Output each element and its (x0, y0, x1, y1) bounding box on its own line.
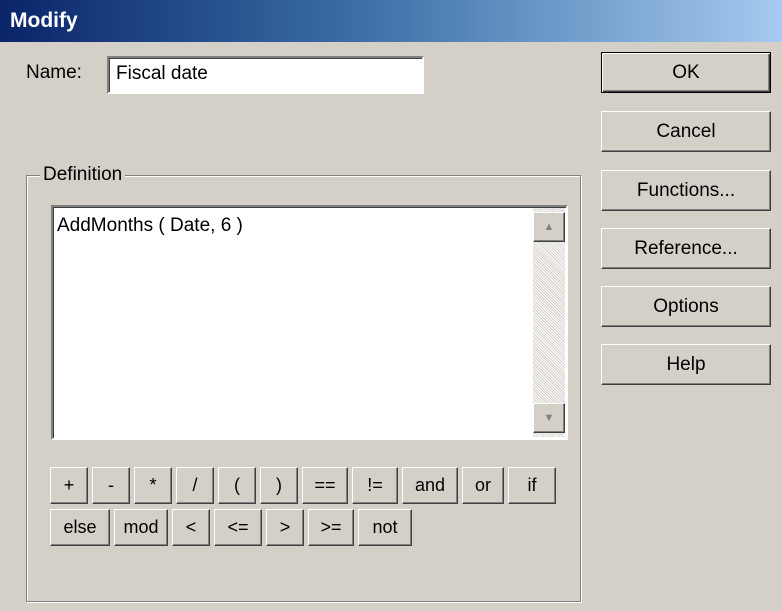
definition-text: AddMonths ( Date, 6 ) (57, 215, 243, 236)
name-label: Name: (26, 62, 82, 83)
operator-plus-button[interactable]: + (50, 467, 88, 504)
operator-and-button[interactable]: and (402, 467, 458, 504)
operator-less-equal-button[interactable]: <= (214, 509, 262, 546)
vertical-scrollbar[interactable]: ▲ ▼ (533, 208, 565, 437)
operator-or-button[interactable]: or (462, 467, 504, 504)
operator-close-paren-button[interactable]: ) (260, 467, 298, 504)
operator-greater-equal-button[interactable]: >= (308, 509, 354, 546)
operator-multiply-button[interactable]: * (134, 467, 172, 504)
operator-divide-button[interactable]: / (176, 467, 214, 504)
operator-mod-button[interactable]: mod (114, 509, 168, 546)
operator-greater-than-button[interactable]: > (266, 509, 304, 546)
scroll-down-arrow-icon[interactable]: ▼ (533, 403, 565, 433)
options-button[interactable]: Options (601, 286, 771, 327)
operator-else-button[interactable]: else (50, 509, 110, 546)
definition-editor[interactable]: AddMonths ( Date, 6 ) ▲ ▼ (51, 205, 568, 440)
name-input[interactable]: Fiscal date (107, 56, 424, 94)
operator-not-button[interactable]: not (358, 509, 412, 546)
help-button[interactable]: Help (601, 344, 771, 385)
ok-button[interactable]: OK (601, 52, 771, 93)
operator-equals-button[interactable]: == (302, 467, 348, 504)
operator-not-equals-button[interactable]: != (352, 467, 398, 504)
operator-minus-button[interactable]: - (92, 467, 130, 504)
reference-button[interactable]: Reference... (601, 228, 771, 269)
cancel-button[interactable]: Cancel (601, 111, 771, 152)
functions-button[interactable]: Functions... (601, 170, 771, 211)
operator-open-paren-button[interactable]: ( (218, 467, 256, 504)
window-title: Modify (10, 9, 78, 32)
definition-legend: Definition (40, 164, 126, 186)
operator-if-button[interactable]: if (508, 467, 556, 504)
scroll-up-arrow-icon[interactable]: ▲ (533, 212, 565, 242)
operator-less-than-button[interactable]: < (172, 509, 210, 546)
title-bar[interactable]: Modify (0, 0, 782, 42)
